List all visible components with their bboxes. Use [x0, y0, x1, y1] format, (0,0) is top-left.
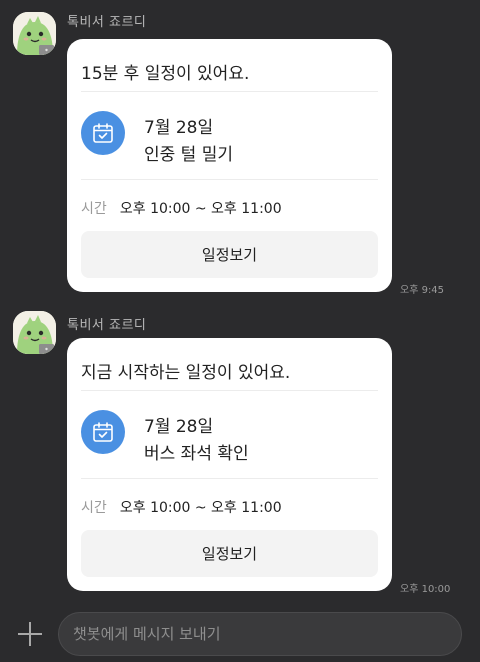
schedule-card: 지금 시작하는 일정이 있어요. 7월 28일 버스 좌석 확인 시간 오후 1… — [67, 338, 392, 591]
event-time-row: 시간 오후 10:00 ~ 오후 11:00 — [81, 198, 282, 218]
event-title: 버스 좌석 확인 — [144, 444, 249, 464]
divider — [81, 179, 378, 180]
avatar[interactable] — [13, 12, 56, 55]
divider — [81, 91, 378, 92]
message-timestamp: 오후 9:45 — [400, 285, 445, 296]
view-schedule-button[interactable]: 일정보기 — [81, 231, 378, 278]
event-title: 인중 털 밀기 — [144, 145, 234, 165]
event-date: 7월 28일 — [144, 417, 214, 437]
divider — [81, 478, 378, 479]
time-value: 오후 10:00 ~ 오후 11:00 — [119, 500, 282, 516]
event-date: 7월 28일 — [144, 118, 214, 138]
jordy-avatar-icon — [13, 12, 56, 55]
event-time-row: 시간 오후 10:00 ~ 오후 11:00 — [81, 497, 282, 517]
message-input[interactable] — [58, 612, 462, 656]
view-schedule-button[interactable]: 일정보기 — [81, 530, 378, 577]
time-label: 시간 — [81, 201, 107, 217]
message-input-bar — [0, 606, 480, 662]
card-title: 15분 후 일정이 있어요. — [81, 64, 250, 84]
message-timestamp: 오후 10:00 — [400, 584, 451, 595]
divider — [81, 390, 378, 391]
time-label: 시간 — [81, 500, 107, 516]
time-value: 오후 10:00 ~ 오후 11:00 — [119, 201, 282, 217]
avatar[interactable] — [13, 311, 56, 354]
calendar-check-icon — [81, 410, 125, 454]
card-title: 지금 시작하는 일정이 있어요. — [81, 363, 291, 383]
sender-name: 톡비서 죠르디 — [67, 15, 147, 30]
jordy-avatar-icon — [13, 311, 56, 354]
schedule-card: 15분 후 일정이 있어요. 7월 28일 인중 털 밀기 시간 오후 10:0… — [67, 39, 392, 292]
sender-name: 톡비서 죠르디 — [67, 318, 147, 333]
calendar-check-icon — [81, 111, 125, 155]
plus-icon[interactable] — [16, 620, 44, 648]
